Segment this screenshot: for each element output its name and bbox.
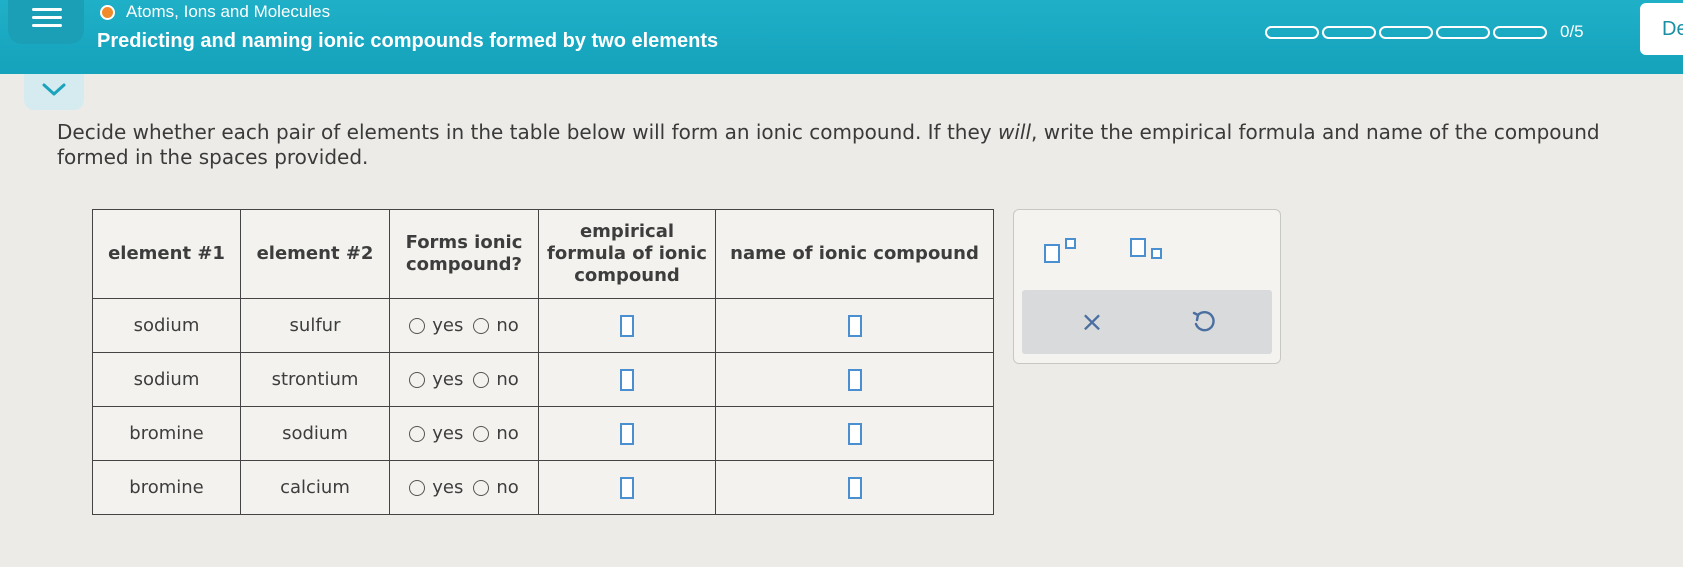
collapse-toggle[interactable] xyxy=(24,74,84,110)
no-label: no xyxy=(496,477,519,498)
no-label: no xyxy=(496,369,519,390)
table-header-row: element #1 element #2 Forms ionic compou… xyxy=(92,209,994,299)
header-empirical-formula: empirical formula of ionic compound xyxy=(538,209,716,299)
top-right-button[interactable]: De xyxy=(1640,3,1683,55)
progress-segment xyxy=(1436,25,1490,39)
clear-button[interactable]: × xyxy=(1068,300,1116,344)
close-icon: × xyxy=(1080,305,1104,338)
table-row: bromine sodium yes no xyxy=(92,406,994,461)
instructions-emphasis: will xyxy=(997,120,1031,144)
table-row: sodium strontium yes no xyxy=(92,352,994,407)
radio-circle-icon xyxy=(473,425,490,442)
page-title: Predicting and naming ionic compounds fo… xyxy=(97,30,719,52)
answer-table: element #1 element #2 Forms ionic compou… xyxy=(92,209,994,515)
header-element2: element #2 xyxy=(240,209,390,299)
instructions-text: Decide whether each pair of elements in … xyxy=(57,120,1657,170)
progress-segment xyxy=(1379,25,1433,39)
no-radio[interactable]: no xyxy=(473,369,519,390)
header-element1: element #1 xyxy=(92,209,241,299)
instructions-part1: Decide whether each pair of elements in … xyxy=(57,120,998,144)
undo-button[interactable] xyxy=(1180,300,1228,344)
compound-name-input[interactable] xyxy=(847,476,862,499)
superscript-button[interactable] xyxy=(1044,236,1084,266)
forms-ionic-cell: yes no xyxy=(389,298,539,353)
element2-cell: strontium xyxy=(240,352,390,407)
element1-cell: sodium xyxy=(92,298,241,353)
compound-name-cell xyxy=(715,352,994,407)
no-radio[interactable]: no xyxy=(473,423,519,444)
math-toolbox: × xyxy=(1013,209,1281,364)
formula-input[interactable] xyxy=(620,422,634,445)
no-label: no xyxy=(496,315,519,336)
no-radio[interactable]: no xyxy=(473,477,519,498)
progress-count: 0/5 xyxy=(1560,22,1584,41)
formula-cell xyxy=(538,406,716,461)
progress-segment xyxy=(1322,25,1376,39)
table-row: bromine calcium yes no xyxy=(92,460,994,515)
element1-cell: bromine xyxy=(92,460,241,515)
compound-name-cell xyxy=(715,460,994,515)
formula-cell xyxy=(538,460,716,515)
formula-cell xyxy=(538,352,716,407)
compound-name-input[interactable] xyxy=(847,368,862,391)
chevron-down-icon xyxy=(42,83,66,96)
header-forms-line1: Forms ionic xyxy=(405,232,523,253)
menu-icon xyxy=(32,8,62,11)
formula-cell xyxy=(538,298,716,353)
header-compound-name: name of ionic compound xyxy=(715,209,994,299)
top-bar: Atoms, Ions and Molecules Predicting and… xyxy=(0,0,1683,74)
yes-radio[interactable]: yes xyxy=(409,423,463,444)
yes-radio[interactable]: yes xyxy=(409,369,463,390)
progress-segment xyxy=(1493,25,1547,39)
no-label: no xyxy=(496,423,519,444)
formula-input[interactable] xyxy=(620,476,634,499)
element1-cell: bromine xyxy=(92,406,241,461)
no-radio[interactable]: no xyxy=(473,315,519,336)
radio-circle-icon xyxy=(409,317,426,334)
yes-label: yes xyxy=(432,477,464,498)
radio-circle-icon xyxy=(409,425,426,442)
topic-label: Atoms, Ions and Molecules xyxy=(126,2,331,21)
compound-name-input[interactable] xyxy=(847,422,862,445)
yes-label: yes xyxy=(432,423,464,444)
header-forms-ionic: Forms ionic compound? xyxy=(389,209,539,299)
header-forms-line2: compound? xyxy=(406,254,522,275)
menu-icon-bar xyxy=(32,24,62,27)
yes-label: yes xyxy=(432,369,464,390)
yes-radio[interactable]: yes xyxy=(409,477,463,498)
progress-segment xyxy=(1265,25,1319,39)
formula-input[interactable] xyxy=(620,314,634,337)
element2-cell: sodium xyxy=(240,406,390,461)
element2-cell: sulfur xyxy=(240,298,390,353)
header-formula-line2: formula of ionic xyxy=(547,243,707,264)
undo-icon xyxy=(1192,310,1215,332)
forms-ionic-cell: yes no xyxy=(389,460,539,515)
menu-icon-bar xyxy=(32,16,62,19)
toolbox-actions: × xyxy=(1022,290,1272,354)
compound-name-cell xyxy=(715,298,994,353)
compound-name-input[interactable] xyxy=(847,314,862,337)
element1-cell: sodium xyxy=(92,352,241,407)
compound-name-cell xyxy=(715,406,994,461)
yes-label: yes xyxy=(432,315,464,336)
radio-circle-icon xyxy=(473,371,490,388)
radio-circle-icon xyxy=(473,317,490,334)
forms-ionic-cell: yes no xyxy=(389,352,539,407)
forms-ionic-cell: yes no xyxy=(389,406,539,461)
header-formula-line1: empirical xyxy=(579,221,675,242)
table-row: sodium sulfur yes no xyxy=(92,298,994,353)
yes-radio[interactable]: yes xyxy=(409,315,463,336)
progress-indicator: 0/5 xyxy=(1265,22,1584,42)
formula-input[interactable] xyxy=(620,368,634,391)
radio-circle-icon xyxy=(409,371,426,388)
subscript-button[interactable] xyxy=(1130,236,1170,266)
radio-circle-icon xyxy=(409,479,426,496)
menu-button[interactable] xyxy=(8,0,84,44)
topic-status-dot xyxy=(100,4,115,20)
element2-cell: calcium xyxy=(240,460,390,515)
topic-row: Atoms, Ions and Molecules xyxy=(100,2,330,22)
radio-circle-icon xyxy=(473,479,490,496)
header-formula-line3: compound xyxy=(574,265,680,286)
